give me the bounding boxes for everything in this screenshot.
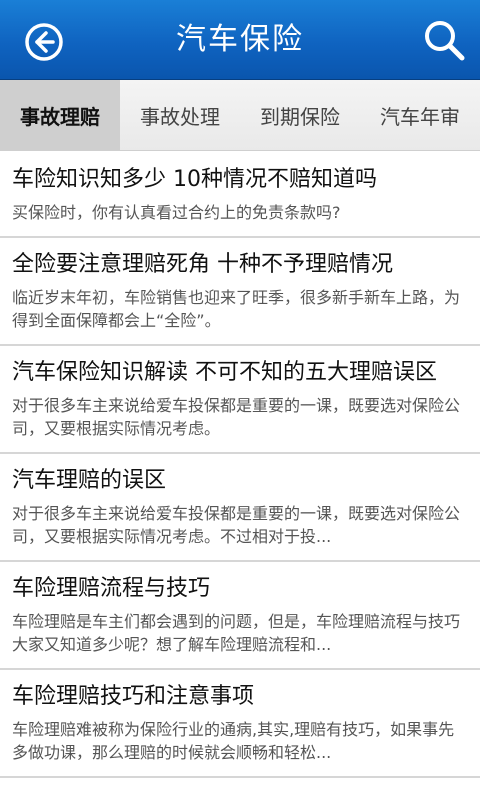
article-summary: 对于很多车主来说给爱车投保都是重要的一课，既要选对保险公司，又要根据实际情况考虑… bbox=[12, 396, 461, 438]
search-button[interactable] bbox=[418, 14, 470, 66]
article-summary: 车险理赔是车主们都会遇到的问题，但是，车险理赔流程与技巧大家又知道多少呢？想了解… bbox=[12, 612, 461, 654]
article-summary: 临近岁末年初，车险销售也迎来了旺季，很多新手新车上路，为得到全面保障都会上“全险… bbox=[12, 288, 461, 330]
article-summary: 买保险时，你有认真看过合约上的免责条款吗? bbox=[12, 203, 341, 222]
category-tabs: 事故理赔 事故处理 到期保险 汽车年审 bbox=[0, 80, 480, 151]
search-icon bbox=[425, 21, 465, 61]
list-item[interactable]: 车险理赔技巧和注意事项 车险理赔难被称为保险行业的通病,其实,理赔有技巧，如果事… bbox=[0, 670, 480, 778]
article-summary: 对于很多车主来说给爱车投保都是重要的一课，既要选对保险公司，又要根据实际情况考虑… bbox=[12, 504, 461, 546]
page-title: 汽车保险 bbox=[176, 22, 304, 57]
tab-annual-inspection[interactable]: 汽车年审 bbox=[360, 80, 480, 150]
article-title: 车险理赔技巧和注意事项 bbox=[12, 684, 255, 709]
back-arrow-icon bbox=[25, 23, 63, 61]
list-item[interactable]: 车险知识知多少 10种情况不赔知道吗 买保险时，你有认真看过合约上的免责条款吗? bbox=[0, 151, 480, 238]
title-bar: 汽车保险 bbox=[0, 0, 480, 80]
article-title: 汽车理赔的误区 bbox=[12, 468, 167, 493]
tab-expiring-insurance[interactable]: 到期保险 bbox=[240, 80, 360, 150]
list-item[interactable]: 车险理赔流程与技巧 车险理赔是车主们都会遇到的问题，但是，车险理赔流程与技巧大家… bbox=[0, 562, 480, 670]
article-title: 全险要注意理赔死角 十种不予理赔情况 bbox=[12, 252, 393, 277]
article-title: 车险理赔流程与技巧 bbox=[12, 576, 211, 601]
list-item[interactable]: 汽车理赔的误区 对于很多车主来说给爱车投保都是重要的一课，既要选对保险公司，又要… bbox=[0, 454, 480, 562]
article-title: 车险知识知多少 10种情况不赔知道吗 bbox=[12, 167, 377, 192]
tab-accident-handling[interactable]: 事故处理 bbox=[120, 80, 240, 150]
tab-label: 汽车年审 bbox=[380, 104, 460, 129]
article-summary: 车险理赔难被称为保险行业的通病,其实,理赔有技巧，如果事先多做功课，那么理赔的时… bbox=[12, 720, 455, 762]
article-title: 汽车保险知识解读 不可不知的五大理赔误区 bbox=[12, 360, 437, 385]
tab-label: 事故处理 bbox=[140, 104, 220, 129]
tab-label: 事故理赔 bbox=[20, 104, 100, 129]
list-item[interactable]: 汽车保险知识解读 不可不知的五大理赔误区 对于很多车主来说给爱车投保都是重要的一… bbox=[0, 346, 480, 454]
article-list: 车险知识知多少 10种情况不赔知道吗 买保险时，你有认真看过合约上的免责条款吗?… bbox=[0, 151, 480, 778]
tab-accident-claims[interactable]: 事故理赔 bbox=[0, 80, 120, 150]
back-button[interactable] bbox=[22, 20, 66, 64]
tab-label: 到期保险 bbox=[260, 104, 340, 129]
list-item[interactable]: 全险要注意理赔死角 十种不予理赔情况 临近岁末年初，车险销售也迎来了旺季，很多新… bbox=[0, 238, 480, 346]
app-screen: 汽车保险 事故理赔 事故处理 到期保险 汽车年审 车险知识知多少 10种情况不赔… bbox=[0, 0, 480, 800]
